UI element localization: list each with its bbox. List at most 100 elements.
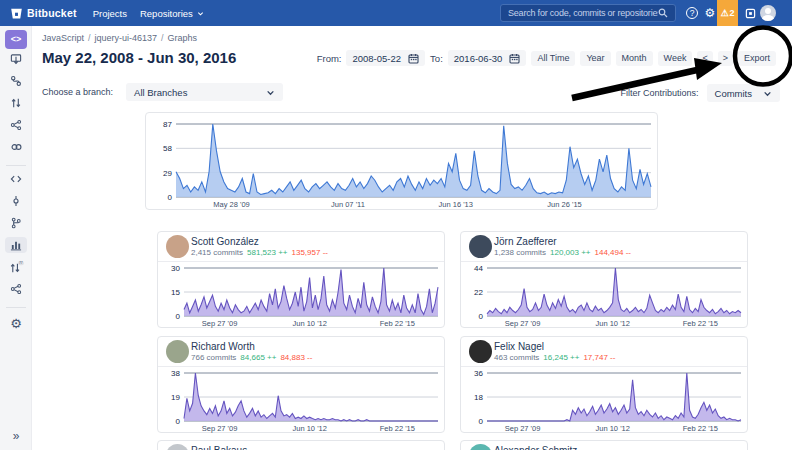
x-axis-label: Jun 10 '12 — [596, 319, 630, 328]
contributor-card: Richard Worth 766 commits 84,665 ++ 84,8… — [157, 336, 445, 433]
lines-removed: 17,747 -- — [583, 353, 615, 362]
sidebar-item-pipelines[interactable] — [0, 141, 32, 153]
sidebar-item-commits[interactable] — [0, 195, 32, 207]
x-axis-label: Sep 27 '09 — [202, 319, 238, 328]
settings-icon: ⚙ — [10, 317, 22, 330]
range-week-button[interactable]: Week — [658, 51, 693, 66]
help-icon: ? — [686, 7, 698, 19]
area-chart-felix — [487, 373, 741, 423]
lines-added: 120,003 ++ — [550, 248, 590, 257]
contributor-name[interactable]: Richard Worth — [191, 341, 255, 352]
lines-added: 16,245 ++ — [543, 353, 579, 362]
help-button[interactable]: ? — [684, 0, 700, 26]
sidebar-item-repo-avatar[interactable]: <> — [0, 30, 32, 49]
y-axis-label: 15 — [158, 288, 180, 297]
contributor-stats: 1,238 commits 120,003 ++ 144,494 -- — [494, 248, 631, 257]
x-axis-label: Jun 16 '13 — [439, 200, 473, 209]
sidebar-item-compare[interactable] — [0, 119, 32, 131]
y-axis-label: 30 — [158, 264, 180, 273]
area-chart-richard — [184, 373, 438, 423]
x-axis-label: Jun 07 '11 — [331, 200, 365, 209]
forks-icon — [10, 283, 22, 295]
sidebar-item-graphs[interactable] — [0, 237, 32, 253]
contributor-avatar — [469, 235, 492, 258]
y-axis-label: 18 — [461, 393, 483, 402]
chevron-down-icon — [197, 10, 204, 17]
settings-button[interactable]: ⚙ — [702, 0, 718, 26]
bitbucket-logo[interactable]: Bitbucket — [10, 7, 77, 20]
contributor-name[interactable]: Felix Nagel — [494, 341, 544, 352]
commit-count: 1,238 commits — [494, 248, 546, 257]
date-range-controls: From: 2008-05-22 To: 2016-06-30 All Time… — [317, 50, 776, 66]
range-month-button[interactable]: Month — [616, 51, 653, 66]
prev-period-button[interactable]: < — [697, 51, 712, 66]
sidebar-item-clone[interactable] — [0, 53, 32, 65]
y-axis-label: 38 — [158, 369, 180, 378]
breadcrumb-repo[interactable]: jquery-ui-46137 — [95, 33, 158, 43]
y-axis-label: 87 — [150, 120, 172, 129]
x-axis-label: Sep 27 '09 — [202, 424, 238, 433]
branch-label: Choose a branch: — [42, 87, 113, 97]
top-navigation-bar: Bitbucket Projects Repositories Search f… — [0, 0, 792, 26]
lines-removed: 135,957 -- — [292, 248, 328, 257]
range-year-button[interactable]: Year — [580, 51, 610, 66]
range-all-time-button[interactable]: All Time — [531, 51, 575, 66]
sidebar-item-pull-requests-badged[interactable]: 77 — [0, 261, 32, 274]
calendar-icon — [509, 53, 520, 64]
breadcrumb-project[interactable]: JavaScript — [42, 33, 84, 43]
user-avatar-icon — [760, 5, 776, 21]
calendar-icon — [408, 53, 419, 64]
contributor-avatar — [166, 340, 189, 363]
chevron-down-icon — [266, 88, 275, 97]
to-date-input[interactable]: 2016-06-30 — [448, 50, 527, 66]
breadcrumb-page[interactable]: Graphs — [168, 33, 198, 43]
sidebar-expand-button[interactable]: » — [0, 429, 32, 443]
contributor-avatar — [166, 444, 189, 450]
switcher-button[interactable] — [743, 0, 757, 26]
branch-select[interactable]: All Branches — [126, 83, 283, 101]
clone-icon — [10, 53, 22, 65]
alert-badge[interactable]: ⚠ 2 — [717, 0, 738, 26]
contributor-header: Paul Bakaus — [158, 441, 444, 450]
y-axis-label: 22 — [461, 288, 483, 297]
from-date-input[interactable]: 2008-05-22 — [346, 50, 425, 66]
y-axis-label: 0 — [158, 312, 180, 321]
user-avatar[interactable] — [759, 0, 776, 26]
y-axis-label: 19 — [158, 393, 180, 402]
contribution-filter: Filter Contributions: Commits — [620, 84, 780, 102]
sidebar-item-branches[interactable] — [0, 217, 32, 229]
menu-projects[interactable]: Projects — [93, 8, 127, 19]
area-chart-scott — [184, 268, 438, 318]
contribution-select[interactable]: Commits — [707, 84, 780, 102]
sidebar-divider — [6, 165, 26, 166]
contributor-name[interactable]: Jörn Zaefferer — [494, 236, 557, 247]
filter-label: Filter Contributions: — [620, 88, 698, 98]
bitbucket-logo-icon — [10, 7, 23, 20]
sidebar-item-settings[interactable]: ⚙ — [0, 317, 32, 330]
contributor-name[interactable]: Paul Bakaus — [191, 445, 247, 450]
x-axis-label: Feb 22 '15 — [683, 424, 718, 433]
breadcrumb: JavaScript/jquery-ui-46137/Graphs — [42, 33, 197, 43]
sidebar-item-forks[interactable] — [0, 283, 32, 295]
y-axis-label: 44 — [461, 264, 483, 273]
contributors-grid: Scott González 2,415 commits 581,523 ++ … — [157, 231, 748, 450]
sidebar-item-source[interactable] — [0, 173, 32, 185]
menu-repositories[interactable]: Repositories — [140, 8, 204, 19]
pipelines-icon — [10, 141, 23, 153]
lines-removed: 84,883 -- — [280, 353, 312, 362]
contributor-name[interactable]: Scott González — [191, 236, 259, 247]
contributor-card: Alexander Schmitz — [460, 440, 748, 450]
sidebar-item-pull-request[interactable] — [0, 97, 32, 109]
contributor-card: Scott González 2,415 commits 581,523 ++ … — [157, 231, 445, 328]
sidebar-divider — [6, 307, 26, 308]
search-input[interactable]: Search for code, commits or repositories… — [500, 4, 676, 22]
sidebar-item-commit-graph[interactable] — [0, 75, 32, 87]
x-axis-label: Jun 26 '15 — [547, 200, 581, 209]
brand-name: Bitbucket — [27, 7, 77, 19]
contributor-name[interactable]: Alexander Schmitz — [494, 445, 577, 450]
next-period-button[interactable]: > — [718, 51, 733, 66]
compare-icon — [10, 119, 22, 131]
contributor-header: Scott González 2,415 commits 581,523 ++ … — [158, 232, 444, 262]
export-button[interactable]: Export — [738, 51, 776, 66]
x-axis-label: Feb 22 '15 — [380, 424, 415, 433]
